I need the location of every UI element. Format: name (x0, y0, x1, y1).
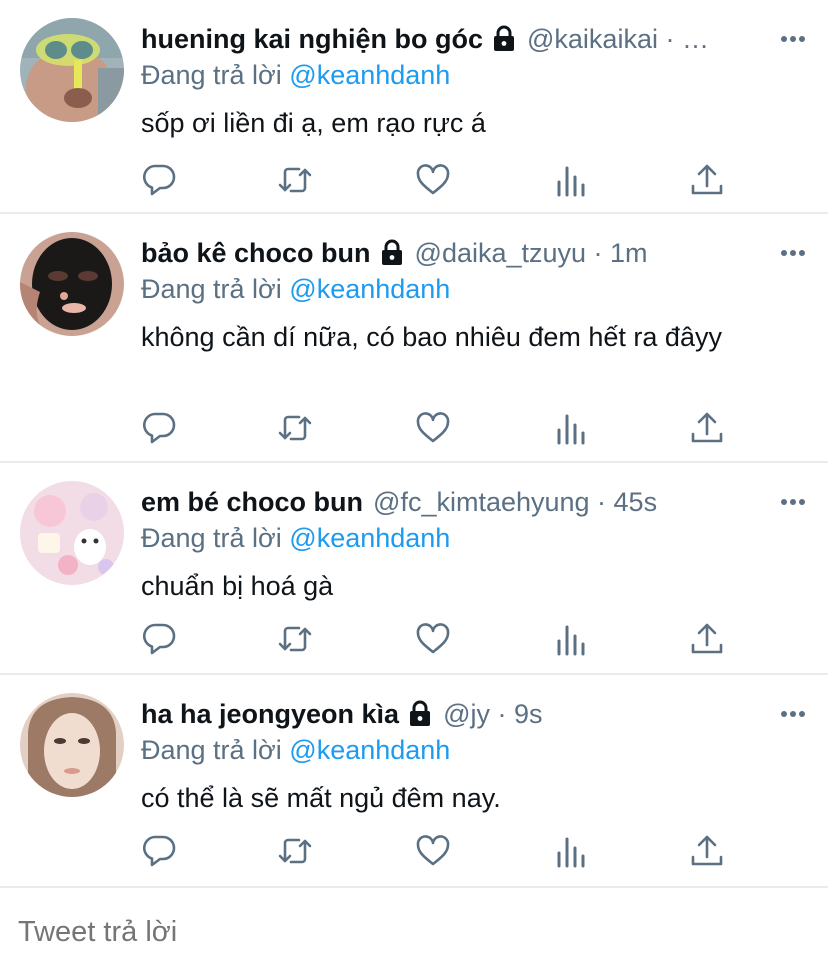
more-dots-icon[interactable] (780, 20, 806, 58)
user-handle[interactable]: @daika_tzuyu · 1m (415, 234, 648, 272)
retweet-icon[interactable] (277, 621, 313, 657)
reply-mention-link[interactable]: @keanhdanh (289, 274, 450, 304)
more-dots-icon[interactable] (780, 483, 806, 521)
tweet-body: em bé choco bun @fc_kimtaehyung · 45s Đa… (141, 483, 808, 605)
lock-icon (379, 239, 405, 267)
analytics-icon[interactable] (553, 162, 589, 198)
tweet-text: có thể là sẽ mất ngủ đêm nay. (141, 783, 501, 813)
share-icon[interactable] (689, 410, 725, 446)
user-handle[interactable]: @jy · 9s (443, 695, 542, 733)
reply-context: Đang trả lời @keanhdanh (141, 521, 808, 555)
share-icon[interactable] (689, 833, 725, 869)
tweet-actions (141, 621, 761, 661)
tweet-header: ha ha jeongyeon kìa @jy · 9s (141, 695, 808, 733)
tweet-header: em bé choco bun @fc_kimtaehyung · 45s (141, 483, 808, 521)
reply-mention-link[interactable]: @keanhdanh (289, 735, 450, 765)
more-dots-icon[interactable] (780, 695, 806, 733)
avatar[interactable] (20, 232, 124, 336)
tweet-item[interactable]: ha ha jeongyeon kìa @jy · 9s Đang trả lờ… (0, 675, 828, 888)
display-name[interactable]: ha ha jeongyeon kìa (141, 695, 399, 733)
tweet-actions (141, 410, 761, 450)
display-name[interactable]: huening kai nghiện bo góc (141, 20, 483, 58)
display-name[interactable]: bảo kê choco bun (141, 234, 371, 272)
retweet-icon[interactable] (277, 410, 313, 446)
user-handle[interactable]: @kaikaikai · … (527, 20, 709, 58)
tweet-body: bảo kê choco bun @daika_tzuyu · 1m Đang … (141, 234, 808, 356)
tweet-item[interactable]: em bé choco bun @fc_kimtaehyung · 45s Đa… (0, 463, 828, 675)
avatar[interactable] (20, 693, 124, 797)
retweet-icon[interactable] (277, 833, 313, 869)
more-dots-icon[interactable] (780, 234, 806, 272)
reply-context: Đang trả lời @keanhdanh (141, 733, 808, 767)
tweet-body: ha ha jeongyeon kìa @jy · 9s Đang trả lờ… (141, 695, 808, 817)
reply-icon[interactable] (141, 410, 177, 446)
tweet-actions (141, 833, 761, 873)
heart-icon[interactable] (415, 621, 451, 657)
tweet-header: bảo kê choco bun @daika_tzuyu · 1m (141, 234, 808, 272)
tweet-header: huening kai nghiện bo góc @kaikaikai · … (141, 20, 808, 58)
reply-icon[interactable] (141, 833, 177, 869)
tweet-actions (141, 162, 761, 202)
tweet-item[interactable]: bảo kê choco bun @daika_tzuyu · 1m Đang … (0, 214, 828, 463)
reply-composer (0, 888, 828, 976)
tweet-item[interactable]: huening kai nghiện bo góc @kaikaikai · …… (0, 0, 828, 214)
reply-prefix: Đang trả lời (141, 60, 282, 90)
heart-icon[interactable] (415, 833, 451, 869)
heart-icon[interactable] (415, 410, 451, 446)
tweet-text: không cần dí nữa, có bao nhiêu đem hết r… (141, 322, 722, 352)
avatar[interactable] (20, 481, 124, 585)
reply-input[interactable] (18, 916, 808, 949)
user-handle[interactable]: @fc_kimtaehyung · 45s (373, 483, 657, 521)
reply-icon[interactable] (141, 162, 177, 198)
reply-mention-link[interactable]: @keanhdanh (289, 523, 450, 553)
tweet-text: sốp ơi liền đi ạ, em rạo rực á (141, 108, 486, 138)
tweet-text: chuẩn bị hoá gà (141, 571, 334, 601)
reply-feed: huening kai nghiện bo góc @kaikaikai · …… (0, 0, 828, 888)
reply-prefix: Đang trả lời (141, 523, 282, 553)
share-icon[interactable] (689, 162, 725, 198)
reply-prefix: Đang trả lời (141, 274, 282, 304)
reply-context: Đang trả lời @keanhdanh (141, 58, 808, 92)
analytics-icon[interactable] (553, 833, 589, 869)
lock-icon (491, 25, 517, 53)
display-name[interactable]: em bé choco bun (141, 483, 363, 521)
tweet-body: huening kai nghiện bo góc @kaikaikai · …… (141, 20, 808, 142)
heart-icon[interactable] (415, 162, 451, 198)
reply-mention-link[interactable]: @keanhdanh (289, 60, 450, 90)
reply-icon[interactable] (141, 621, 177, 657)
lock-icon (407, 700, 433, 728)
analytics-icon[interactable] (553, 621, 589, 657)
avatar[interactable] (20, 18, 124, 122)
retweet-icon[interactable] (277, 162, 313, 198)
share-icon[interactable] (689, 621, 725, 657)
reply-prefix: Đang trả lời (141, 735, 282, 765)
analytics-icon[interactable] (553, 410, 589, 446)
reply-context: Đang trả lời @keanhdanh (141, 272, 808, 306)
